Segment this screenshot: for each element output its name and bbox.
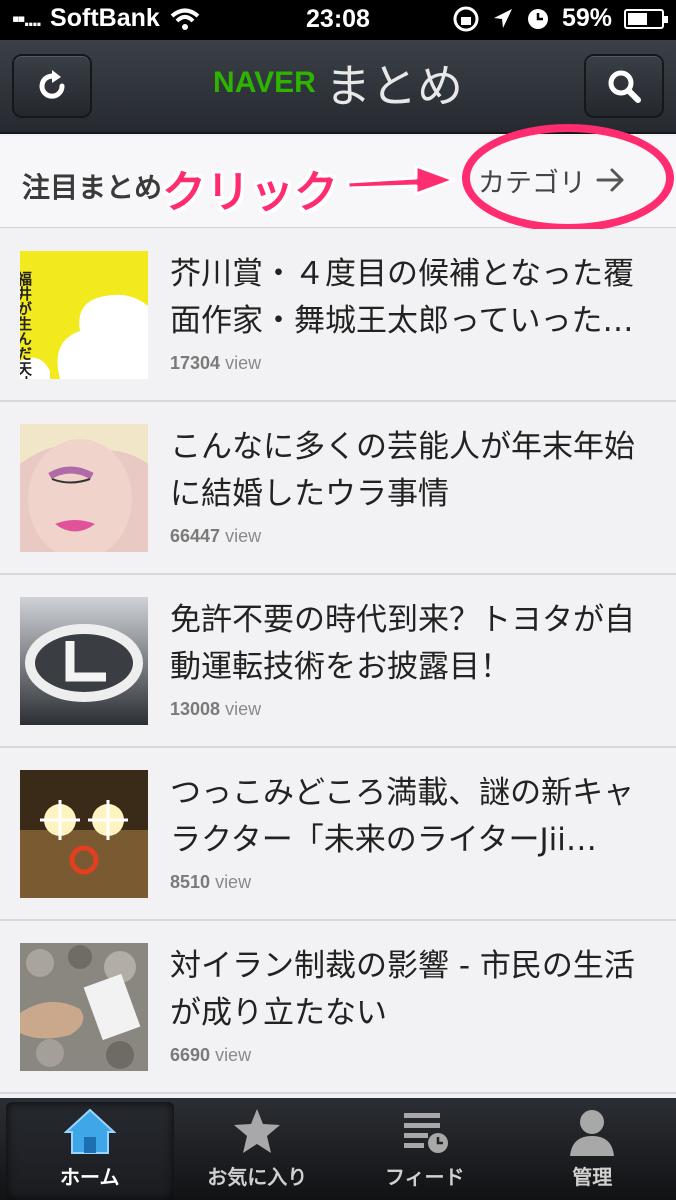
list-item[interactable]: 対イラン制裁の影響 - 市民の生活が成り立たない 6690 view	[0, 921, 676, 1094]
home-icon	[63, 1108, 116, 1154]
list-item[interactable]: こんなに多くの芸能人が年末年始に結婚したウラ事情 66447 view	[0, 402, 676, 575]
battery-icon	[624, 8, 668, 29]
logo-naver: NAVER	[213, 66, 316, 99]
tab-label: お気に入り	[207, 1165, 308, 1189]
click-annotation: クリック	[162, 167, 338, 218]
tab-feed[interactable]: フィード	[341, 1098, 509, 1200]
article-thumbnail: 福井が生んだ天才。	[20, 251, 148, 379]
view-count: 17304 view	[170, 353, 262, 373]
tab-home[interactable]: ホーム	[6, 1102, 174, 1200]
list-item[interactable]: つっこみどころ満載、謎の新キャラクター「未来のライターJii… 8510 vie…	[0, 748, 676, 921]
tab-label: 管理	[572, 1165, 613, 1189]
user-icon	[570, 1110, 615, 1156]
article-list: 福井が生んだ天才。 芥川賞・４度目の候補となった覆面作家・舞城王太郎っていった……	[0, 229, 676, 1094]
rotation-lock-icon	[453, 6, 479, 31]
article-title: 対イラン制裁の影響 - 市民の生活が成り立たない	[170, 948, 635, 1031]
view-count: 66447 view	[170, 526, 262, 546]
alarm-icon	[527, 8, 548, 29]
view-count: 8510 view	[170, 872, 252, 892]
list-item[interactable]: 福井が生んだ天才。 芥川賞・４度目の候補となった覆面作家・舞城王太郎っていった……	[0, 229, 676, 402]
article-thumbnail	[20, 597, 148, 725]
app-logo: NAVER まとめ	[0, 50, 676, 116]
search-icon	[608, 70, 641, 103]
status-bar: ▪▪.... SoftBank 23:08 59%	[0, 0, 676, 40]
search-button[interactable]	[584, 54, 664, 118]
star-icon	[234, 1109, 281, 1153]
view-count: 13008 view	[170, 699, 262, 719]
article-thumbnail	[20, 770, 148, 898]
view-count: 6690 view	[170, 1045, 252, 1065]
list-item[interactable]: 免許不要の時代到来？トヨタが自動運転技術をお披露目！ 13008 view	[0, 575, 676, 748]
highlight-ellipse	[462, 124, 674, 232]
article-title: つっこみどころ満載、謎の新キャラクター「未来のライターJii…	[170, 775, 635, 858]
tab-bar: ホーム お気に入り フィード 管理	[0, 1098, 676, 1200]
navigation-bar: NAVER まとめ	[0, 40, 676, 134]
section-title: 注目まとめ	[22, 171, 163, 204]
logo-matome: まとめ	[324, 59, 463, 113]
article-title: 免許不要の時代到来？トヨタが自動運転技術をお披露目！	[170, 602, 635, 685]
article-title: こんなに多くの芸能人が年末年始に結婚したウラ事情	[170, 429, 635, 512]
tab-label: フィード	[384, 1165, 465, 1189]
location-icon	[493, 8, 512, 28]
battery-percent: 59%	[561, 4, 612, 32]
thumbnail-caption: 福井が生んだ天才。	[20, 270, 33, 379]
tab-manage[interactable]: 管理	[509, 1098, 676, 1200]
tab-label: ホーム	[60, 1165, 120, 1189]
article-thumbnail	[20, 943, 148, 1071]
article-thumbnail	[20, 424, 148, 552]
tab-favorites[interactable]: お気に入り	[174, 1098, 342, 1200]
feed-icon	[403, 1113, 448, 1153]
pointer-arrow-icon	[346, 164, 456, 196]
article-title: 芥川賞・４度目の候補となった覆面作家・舞城王太郎っていった…	[170, 256, 635, 339]
